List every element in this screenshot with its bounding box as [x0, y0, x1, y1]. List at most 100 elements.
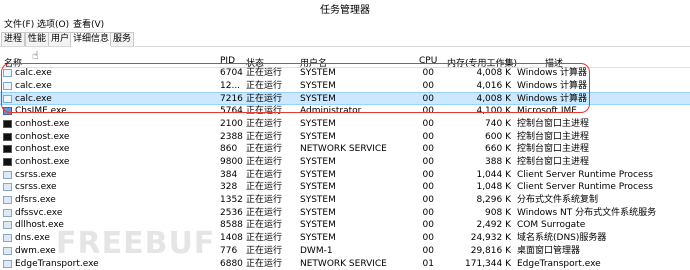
cell-username: SYSTEM: [300, 131, 336, 142]
cell-pid: 2100: [220, 118, 243, 129]
cell-status: 正在运行: [246, 144, 283, 155]
cell-username: SYSTEM: [300, 207, 336, 218]
cell-pid: 384: [220, 169, 238, 180]
cell-memory: 8,296 K: [476, 195, 511, 205]
menu-options[interactable]: 选项(O): [37, 17, 69, 30]
cell-pid: 328: [220, 182, 238, 193]
cell-description: 桌面窗口管理器: [517, 245, 581, 256]
tab-services[interactable]: 服务: [110, 32, 135, 46]
cell-username: SYSTEM: [300, 118, 336, 129]
table-row[interactable]: conhost.exe 860 正在运行 NETWORK SERVICE 00 660 K…: [0, 143, 690, 156]
cell-pid: 9800: [220, 156, 243, 167]
cell-description: Windows NT 分布式文件系统服务: [517, 207, 657, 218]
table-row[interactable]: conhost.exe 2388 正在运行 SYSTEM 00 600 K 控制台窗口主进程: [0, 131, 690, 144]
cell-cpu: 00: [422, 220, 434, 231]
cell-status: 正在运行: [246, 233, 283, 244]
cell-memory: 660 K: [485, 144, 511, 155]
console-app-icon: [3, 119, 12, 128]
window-title: 任务管理器: [320, 5, 370, 16]
table-row[interactable]: dfssvc.exe 2536 正在运行 SYSTEM 00 908 K Windows N…: [0, 207, 690, 220]
cell-pid: 2536: [220, 207, 243, 218]
cell-cpu: 00: [422, 144, 434, 155]
cell-status: 正在运行: [246, 182, 283, 193]
cell-description: 控制台窗口主进程: [517, 156, 590, 167]
cell-description: Client Server Runtime Process: [517, 182, 653, 193]
cell-username: DWM-1: [300, 245, 333, 256]
cell-memory: 600 K: [485, 131, 511, 142]
tab-details[interactable]: 详细信息: [70, 32, 113, 47]
cell-status: 正在运行: [246, 207, 283, 218]
tab-performance[interactable]: 性能: [25, 32, 50, 46]
table-row[interactable]: conhost.exe 9800 正在运行 SYSTEM 00 388 K 控制台窗口主进程: [0, 156, 690, 169]
cell-memory: 740 K: [485, 118, 511, 129]
cell-username: SYSTEM: [300, 156, 336, 167]
annotation-highlight-box: [1, 63, 590, 113]
cell-description: 控制台窗口主进程: [517, 118, 590, 129]
cell-description: Client Server Runtime Process: [517, 169, 653, 180]
menu-bar: 文件(F) 选项(O) 查看(V): [0, 15, 690, 30]
cell-memory: 388 K: [485, 156, 511, 167]
tab-bar: 进程 性能 用户 详细信息 服务: [0, 30, 690, 47]
system-process-icon: [3, 183, 12, 192]
cell-username: SYSTEM: [300, 169, 336, 180]
cell-cpu: 00: [422, 233, 434, 244]
cell-cpu: 00: [422, 169, 434, 180]
menu-file[interactable]: 文件(F): [4, 17, 34, 30]
cell-pid: 8588: [220, 220, 243, 231]
table-row[interactable]: csrss.exe 384 正在运行 SYSTEM 00 1,044 K Client Se…: [0, 169, 690, 182]
system-process-icon: [3, 208, 12, 217]
cell-memory: 908 K: [485, 207, 511, 218]
cell-memory: 1,048 K: [476, 182, 511, 193]
menu-view[interactable]: 查看(V): [73, 17, 104, 30]
system-process-icon: [3, 170, 12, 179]
cell-pid: 776: [220, 245, 238, 256]
cell-username: SYSTEM: [300, 220, 336, 231]
console-app-icon: [3, 132, 12, 141]
table-row[interactable]: conhost.exe 2100 正在运行 SYSTEM 00 740 K 控制台窗口主进程: [0, 118, 690, 131]
cell-cpu: 00: [422, 195, 434, 205]
system-process-icon: [3, 259, 12, 268]
cell-description: COM Surrogate: [517, 220, 586, 231]
cell-cpu: 01: [422, 258, 434, 269]
cell-memory: 24,932 K: [470, 233, 511, 244]
tab-processes[interactable]: 进程: [1, 32, 26, 46]
cell-pid: 1408: [220, 233, 243, 244]
cell-cpu: 00: [422, 245, 434, 256]
cell-pid: 2388: [220, 131, 243, 142]
cell-status: 正在运行: [246, 195, 283, 205]
cell-memory: 2,492 K: [476, 220, 511, 231]
cell-status: 正在运行: [246, 245, 283, 256]
cell-name: dwm.exe: [15, 245, 56, 256]
cell-memory: 29,816 K: [470, 245, 511, 256]
cell-cpu: 00: [422, 207, 434, 218]
cell-pid: 860: [220, 144, 238, 155]
cell-username: NETWORK SERVICE: [300, 144, 387, 155]
cell-name: dfssvc.exe: [15, 207, 63, 218]
cell-name: conhost.exe: [15, 156, 70, 167]
cell-description: 分布式文件系统复制: [517, 195, 599, 205]
table-row[interactable]: dfsrs.exe 1352 正在运行 SYSTEM 00 8,296 K 分布式文件系统复…: [0, 194, 690, 207]
cell-cpu: 00: [422, 156, 434, 167]
cell-username: NETWORK SERVICE: [300, 258, 387, 269]
title-bar: 任务管理器: [0, 0, 690, 16]
cell-memory: 1,044 K: [476, 169, 511, 180]
cell-status: 正在运行: [246, 131, 283, 142]
cell-cpu: 00: [422, 131, 434, 142]
system-process-icon: [3, 246, 12, 255]
cell-name: dns.exe: [15, 233, 50, 244]
system-process-icon: [3, 221, 12, 230]
cell-username: SYSTEM: [300, 233, 336, 244]
tab-users[interactable]: 用户: [48, 32, 73, 46]
system-process-icon: [3, 234, 12, 243]
cell-username: SYSTEM: [300, 182, 336, 193]
table-row[interactable]: csrss.exe 328 正在运行 SYSTEM 00 1,048 K Client Se…: [0, 181, 690, 194]
cell-status: 正在运行: [246, 220, 283, 231]
cell-username: SYSTEM: [300, 195, 336, 205]
cell-name: conhost.exe: [15, 144, 70, 155]
cell-description: 域名系统(DNS)服务器: [517, 233, 607, 244]
cell-name: dfsrs.exe: [15, 195, 56, 205]
cell-name: conhost.exe: [15, 131, 70, 142]
cell-status: 正在运行: [246, 156, 283, 167]
cell-description: 控制台窗口主进程: [517, 144, 590, 155]
console-app-icon: [3, 145, 12, 154]
